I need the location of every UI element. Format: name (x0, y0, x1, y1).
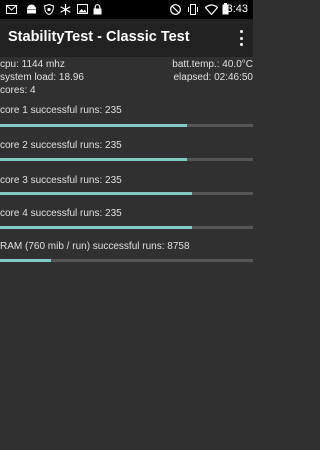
cpu-frequency: cpu: 1144 mhz (0, 59, 65, 70)
core-1-runs-label: core 1 successful runs: 235 (0, 105, 122, 116)
cores-count: cores: 4 (0, 85, 36, 96)
system-load: system load: 18.96 (0, 72, 84, 83)
wifi-icon (205, 3, 218, 15)
shield-icon (44, 3, 54, 15)
ram-runs-label: RAM (760 mib / run) successful runs: 875… (0, 241, 190, 252)
core-2-runs-label: core 2 successful runs: 235 (0, 140, 122, 151)
image-icon (77, 3, 88, 15)
android-icon (26, 3, 37, 15)
overflow-menu-icon[interactable] (239, 30, 243, 46)
core-4-progress-bar (0, 226, 253, 229)
core-2-progress-fill (0, 158, 188, 161)
app-title: StabilityTest - Classic Test (8, 29, 190, 45)
vibrate-icon (187, 3, 199, 15)
core-1-progress-fill (0, 124, 188, 127)
snowflake-icon (60, 3, 71, 15)
core-2-progress-bar (0, 158, 253, 161)
elapsed-time: elapsed: 02:46:50 (173, 72, 253, 83)
core-4-progress-fill (0, 226, 193, 229)
core-3-runs-label: core 3 successful runs: 235 (0, 175, 122, 186)
status-bar: 3:43 (0, 0, 253, 19)
ram-progress-fill (0, 259, 51, 262)
ram-progress-bar (0, 259, 253, 262)
mail-icon (6, 3, 17, 15)
app-bar: StabilityTest - Classic Test (0, 19, 253, 57)
do-not-disturb-icon (170, 3, 181, 15)
core-4-runs-label: core 4 successful runs: 235 (0, 208, 122, 219)
lock-icon (93, 3, 102, 15)
core-3-progress-bar (0, 192, 253, 195)
core-3-progress-fill (0, 192, 193, 195)
core-1-progress-bar (0, 124, 253, 127)
battery-temperature: batt.temp.: 40.0°C (172, 59, 253, 70)
clock-time: 3:43 (226, 3, 248, 15)
